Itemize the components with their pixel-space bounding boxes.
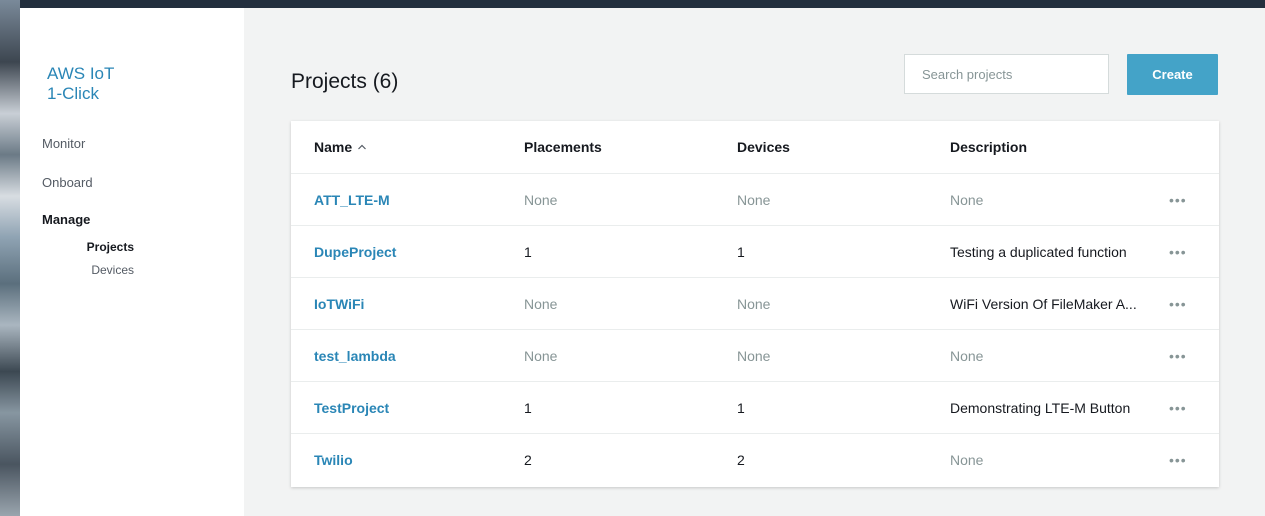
column-header-name-label: Name [314, 139, 353, 155]
description-value: WiFi Version Of FileMaker A... [950, 278, 1150, 330]
search-input[interactable] [904, 54, 1109, 94]
project-name-link[interactable]: Twilio [314, 434, 353, 486]
placements-value: 1 [524, 244, 532, 260]
create-button[interactable]: Create [1127, 54, 1218, 95]
project-name-link[interactable]: DupeProject [314, 226, 396, 278]
row-actions-menu-icon[interactable]: ••• [1169, 174, 1187, 226]
description-value: None [950, 174, 1150, 226]
devices-value: 1 [737, 400, 745, 416]
description-text: Demonstrating LTE-M Button [950, 400, 1131, 416]
devices-value: 2 [737, 452, 745, 468]
sidebar-item-onboard[interactable]: Onboard [42, 175, 93, 190]
page-title: Projects (6) [291, 70, 399, 93]
row-actions-menu-icon[interactable]: ••• [1169, 330, 1187, 382]
row-actions-menu-icon[interactable]: ••• [1169, 226, 1187, 278]
project-name-link[interactable]: TestProject [314, 382, 389, 434]
table-row: test_lambda None None None ••• [291, 329, 1219, 382]
devices-value: None [737, 348, 771, 364]
placements-value: 1 [524, 400, 532, 416]
placements-value: 2 [524, 452, 532, 468]
description-value: Testing a duplicated function [950, 226, 1150, 278]
description-value: None [950, 434, 1150, 486]
top-bar [0, 0, 1265, 8]
sidebar-item-manage[interactable]: Manage [42, 212, 90, 227]
placements-value: None [524, 192, 558, 208]
row-actions-menu-icon[interactable]: ••• [1169, 434, 1187, 486]
row-actions-menu-icon[interactable]: ••• [1169, 278, 1187, 330]
table-row: Twilio 2 2 None ••• [291, 433, 1219, 486]
chevron-up-icon [358, 144, 367, 150]
description-text: WiFi Version Of FileMaker A... [950, 296, 1137, 312]
column-header-description[interactable]: Description [950, 121, 1150, 173]
devices-value: None [737, 192, 771, 208]
column-header-name[interactable]: Name [314, 121, 367, 173]
projects-table: Name Placements Devices Description ATT_… [291, 121, 1219, 487]
table-row: IoTWiFi None None WiFi Version Of FileMa… [291, 277, 1219, 330]
devices-value: 1 [737, 244, 745, 260]
devices-value: None [737, 296, 771, 312]
table-row: DupeProject 1 1 Testing a duplicated fun… [291, 225, 1219, 278]
description-text: None [950, 452, 984, 468]
desktop-background-strip [0, 0, 20, 516]
table-row: ATT_LTE-M None None None ••• [291, 173, 1219, 226]
description-text: None [950, 192, 984, 208]
brand-line-2: 1-Click [47, 84, 99, 103]
table-header-row: Name Placements Devices Description [291, 121, 1219, 173]
sidebar-item-devices[interactable]: Devices [74, 263, 134, 277]
description-value: Demonstrating LTE-M Button [950, 382, 1150, 434]
brand-title[interactable]: AWS IoT 1-Click [47, 64, 114, 104]
brand-line-1: AWS IoT [47, 64, 115, 83]
project-name-link[interactable]: test_lambda [314, 330, 396, 382]
description-value: None [950, 330, 1150, 382]
project-name-link[interactable]: ATT_LTE-M [314, 174, 390, 226]
sidebar: AWS IoT 1-Click Monitor Onboard Manage P… [20, 8, 244, 516]
description-text: Testing a duplicated function [950, 244, 1127, 260]
placements-value: None [524, 348, 558, 364]
column-header-placements[interactable]: Placements [524, 121, 602, 173]
sidebar-item-monitor[interactable]: Monitor [42, 136, 85, 151]
column-header-devices[interactable]: Devices [737, 121, 790, 173]
table-row: TestProject 1 1 Demonstrating LTE-M Butt… [291, 381, 1219, 434]
sidebar-item-projects[interactable]: Projects [74, 240, 134, 254]
row-actions-menu-icon[interactable]: ••• [1169, 382, 1187, 434]
description-text: None [950, 348, 984, 364]
main-content: Projects (6) Create Name Placements Devi… [244, 8, 1265, 516]
project-name-link[interactable]: IoTWiFi [314, 278, 364, 330]
placements-value: None [524, 296, 558, 312]
